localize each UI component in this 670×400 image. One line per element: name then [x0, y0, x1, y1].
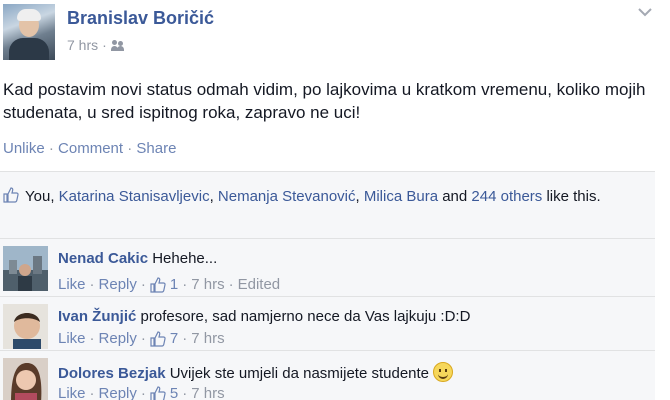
comment-text: Nenad Cakic Hehehe...: [58, 250, 217, 267]
author-avatar[interactable]: [3, 4, 55, 60]
comment-reply-link[interactable]: Reply: [99, 330, 137, 347]
comment-time[interactable]: 7 hrs: [191, 276, 224, 293]
comment-reply-link[interactable]: Reply: [99, 385, 137, 400]
smiley-icon: [433, 362, 454, 382]
liker-name[interactable]: Milica Bura: [364, 188, 438, 205]
action-separator: ·: [44, 140, 59, 157]
commenter-name[interactable]: Nenad Cakic: [58, 250, 148, 267]
comment-like-count[interactable]: 7: [170, 330, 178, 347]
post-actions: Unlike · Comment · Share: [3, 140, 176, 157]
likes-and: and: [442, 188, 468, 205]
comment-body: profesore, sad namjerno nece da Vas lajk…: [140, 308, 471, 325]
likes-you: You,: [25, 188, 55, 205]
comment-link[interactable]: Comment: [58, 140, 123, 157]
comment-time[interactable]: 7 hrs: [191, 330, 224, 347]
comment-item: Dolores Bezjak Uvijek ste umjeli da nasm…: [0, 350, 655, 400]
comment-meta: Like · Reply · 1 · 7 hrs · Edited: [58, 276, 281, 293]
comment-body: Hehehe...: [152, 250, 218, 267]
comment-meta: Like · Reply · 5 · 7 hrs: [58, 385, 225, 400]
commenter-avatar[interactable]: [3, 246, 48, 291]
feedback-area: You, Katarina Stanisavljevic, Nemanja St…: [0, 171, 655, 400]
comment-body: Uvijek ste umjeli da nasmijete studente: [169, 365, 430, 382]
comment-like-count[interactable]: 1: [170, 276, 178, 293]
likes-tail: like this.: [546, 188, 601, 205]
comment-text: Dolores Bezjak Uvijek ste umjeli da nasm…: [58, 362, 454, 382]
comment-text: Ivan Žunjić profesore, sad namjerno nece…: [58, 308, 470, 325]
chevron-down-icon[interactable]: [638, 8, 652, 18]
thumbs-up-icon: [150, 330, 166, 347]
post-meta: 7 hrs ·: [67, 37, 125, 53]
author-name[interactable]: Branislav Boričić: [67, 8, 214, 29]
post-time[interactable]: 7 hrs: [67, 37, 98, 53]
comment-reply-link[interactable]: Reply: [99, 276, 137, 293]
comment-meta: Like · Reply · 7 · 7 hrs: [58, 330, 225, 347]
likes-others-link[interactable]: 244 others: [471, 188, 542, 205]
comment-like-link[interactable]: Like: [58, 330, 86, 347]
commenter-name[interactable]: Dolores Bezjak: [58, 365, 166, 382]
commenter-avatar[interactable]: [3, 358, 48, 400]
thumbs-up-icon: [150, 385, 166, 400]
comment-like-link[interactable]: Like: [58, 385, 86, 400]
unlike-link[interactable]: Unlike: [3, 140, 45, 157]
comment-like-count[interactable]: 5: [170, 385, 178, 400]
comment-edited[interactable]: Edited: [238, 276, 281, 293]
commenter-avatar[interactable]: [3, 304, 48, 349]
meta-separator: ·: [102, 37, 107, 53]
thumbs-up-icon: [3, 187, 19, 203]
thumbs-up-icon: [150, 276, 166, 293]
comment-like-link[interactable]: Like: [58, 276, 86, 293]
liker-name[interactable]: Katarina Stanisavljevic: [59, 188, 210, 205]
share-link[interactable]: Share: [136, 140, 176, 157]
comment-item: Nenad Cakic Hehehe... Like · Reply · 1 · 7 …: [0, 238, 655, 296]
likes-summary: You, Katarina Stanisavljevic, Nemanja St…: [3, 186, 651, 208]
friends-icon[interactable]: [110, 39, 125, 51]
action-separator: ·: [123, 140, 137, 157]
liker-name[interactable]: Nemanja Stevanović: [218, 188, 356, 205]
comment-time[interactable]: 7 hrs: [191, 385, 224, 400]
status-text: Kad postavim novi status odmah vidim, po…: [3, 80, 646, 122]
post-header: Branislav Boričić 7 hrs ·: [0, 0, 670, 64]
commenter-name[interactable]: Ivan Žunjić: [58, 308, 136, 325]
comment-item: Ivan Žunjić profesore, sad namjerno nece…: [0, 296, 655, 350]
